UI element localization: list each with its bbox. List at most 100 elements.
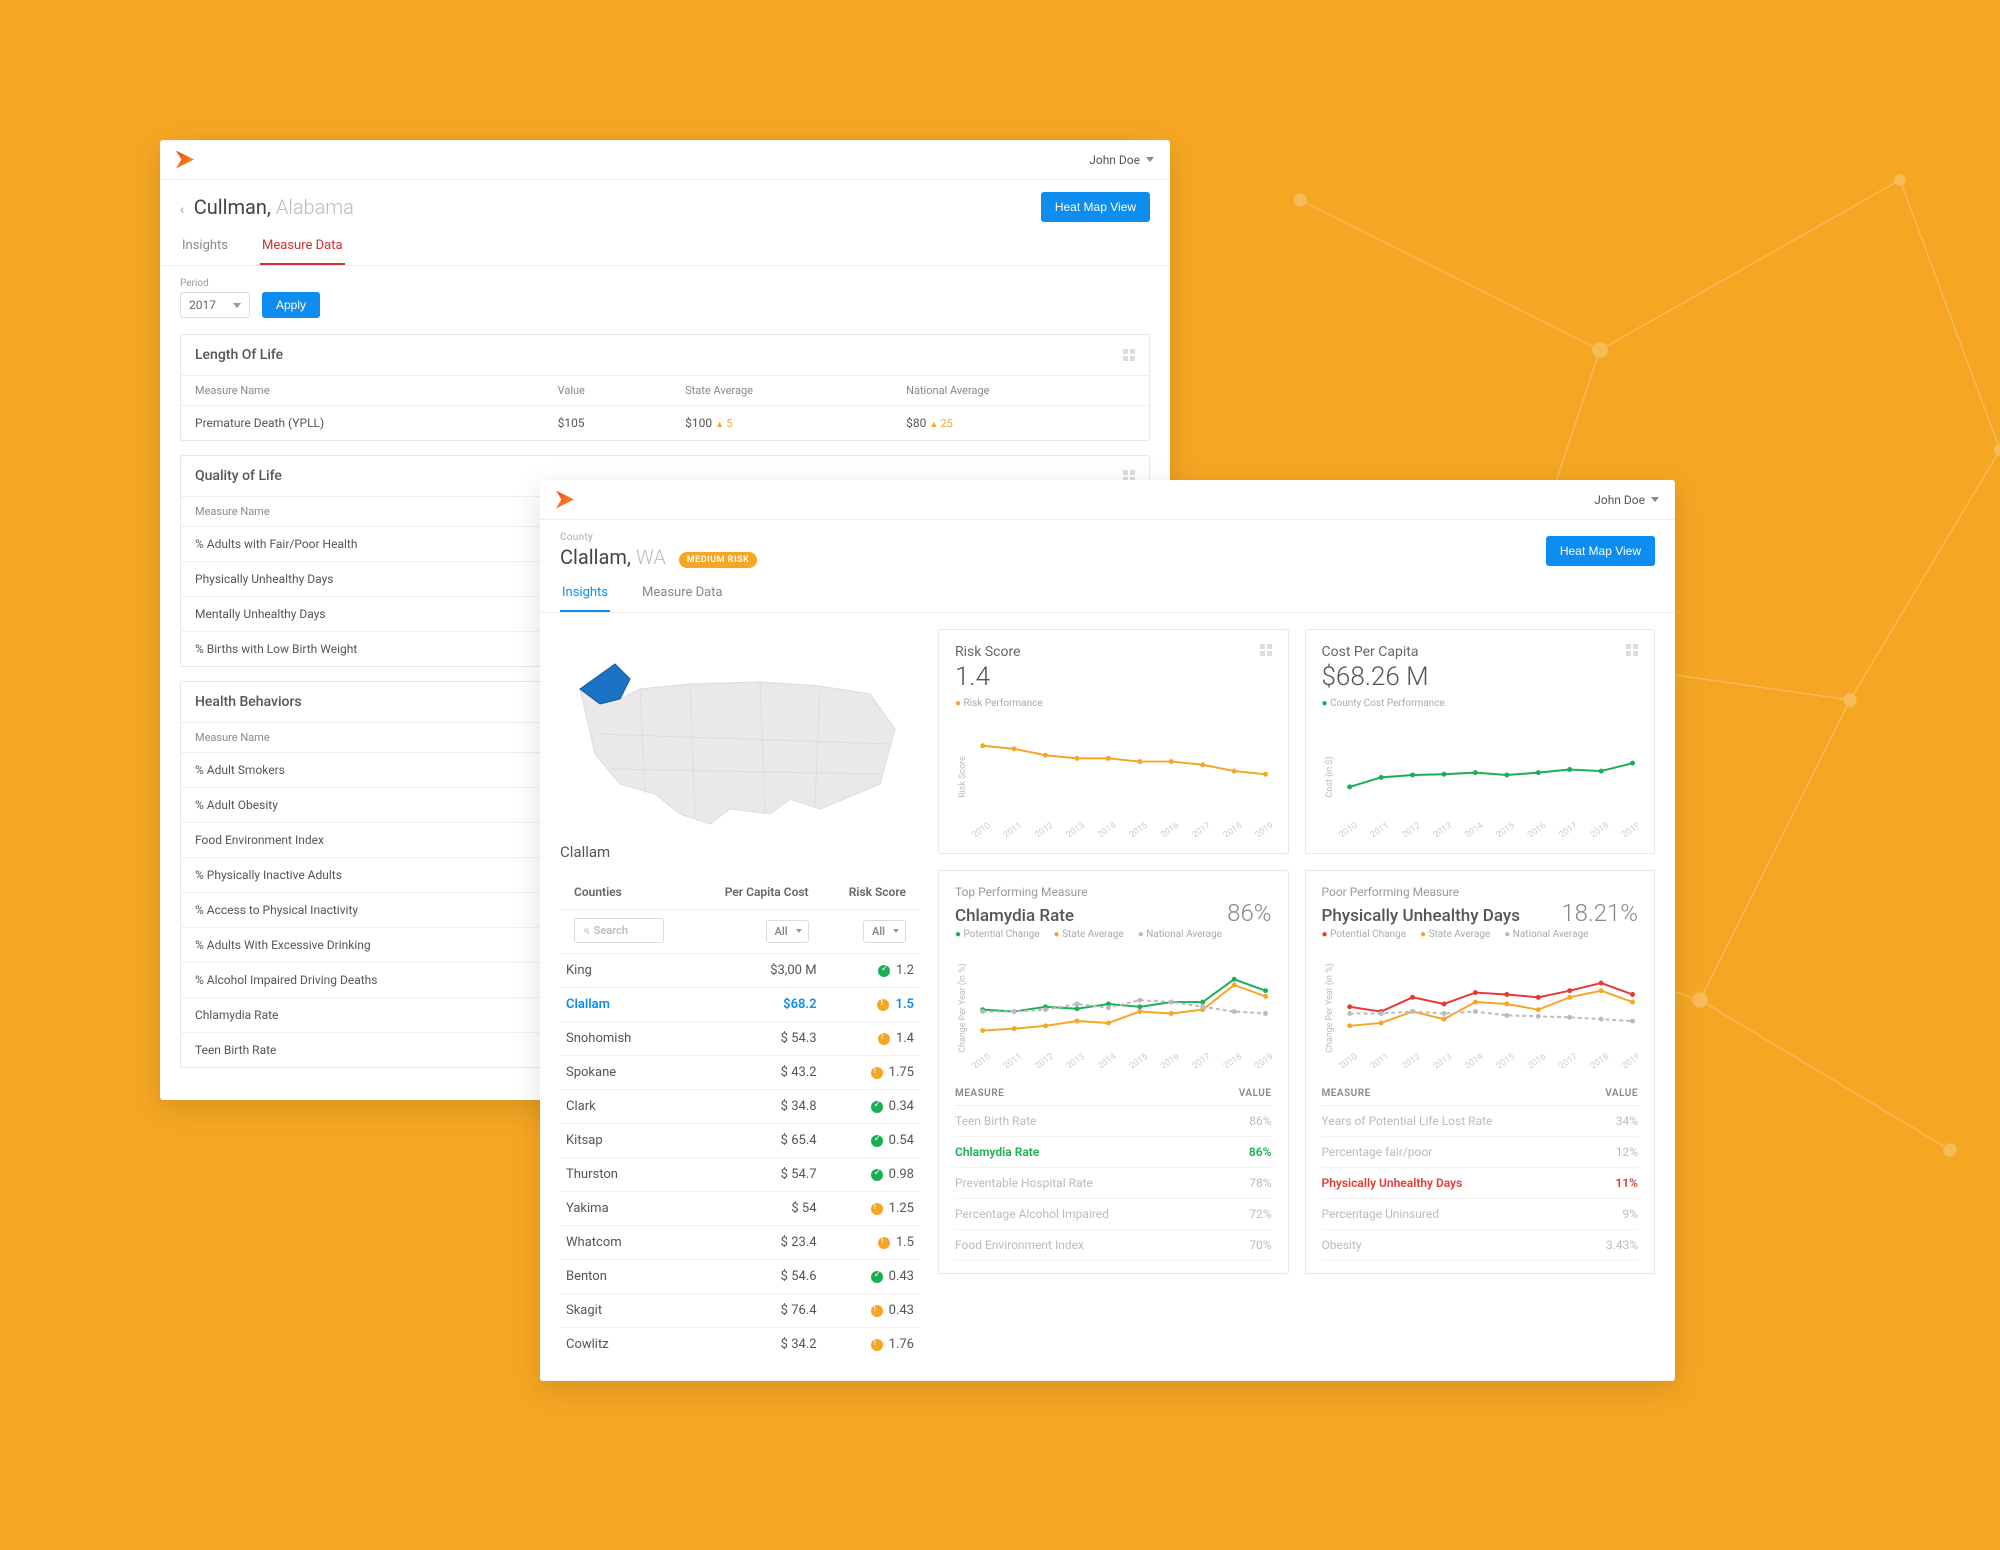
county-row[interactable]: Skagit $ 76.4 0.43 [560, 1294, 920, 1328]
legend-potential: Potential Change [1322, 929, 1407, 940]
county-row[interactable]: Thurston $ 54.7 0.98 [560, 1158, 920, 1192]
list-item: Teen Birth Rate86% [955, 1106, 1272, 1137]
grid-icon[interactable] [1626, 644, 1638, 656]
svg-text:Change Per Year (in %): Change Per Year (in %) [1323, 963, 1334, 1053]
heat-map-view-button[interactable]: Heat Map View [1041, 192, 1150, 222]
county-row[interactable]: Snohomish $ 54.3 1.4 [560, 1022, 920, 1056]
cost-value: $68.26 M [1322, 662, 1639, 692]
filter-bar: Period 2017 Apply [160, 266, 1170, 334]
svg-text:2012: 2012 [1400, 1052, 1422, 1068]
svg-text:2012: 2012 [1400, 821, 1422, 837]
county-row[interactable]: Kitsap $ 65.4 0.54 [560, 1124, 920, 1158]
svg-text:2019: 2019 [1620, 1052, 1638, 1068]
svg-text:2017: 2017 [1557, 1052, 1579, 1068]
svg-text:2016: 2016 [1159, 1052, 1181, 1068]
county-row[interactable]: Cowlitz $ 34.2 1.76 [560, 1328, 920, 1362]
page-title: Cullman, Alabama [194, 195, 354, 219]
status-warn-icon [871, 1339, 883, 1351]
tab-measure-data[interactable]: Measure Data [640, 579, 725, 612]
svg-text:2015: 2015 [1128, 821, 1150, 837]
card-subtitle: Poor Performing Measure [1322, 885, 1639, 899]
county-row[interactable]: Whatcom $ 23.4 1.5 [560, 1226, 920, 1260]
county-row[interactable]: King $3,00 M 1.2 [560, 954, 920, 988]
card-top-performing: Top Performing Measure Chlamydia Rate 86… [938, 870, 1289, 1274]
svg-text:2015: 2015 [1494, 821, 1516, 837]
topbar: John Doe [540, 480, 1675, 520]
user-name: John Doe [1594, 493, 1645, 507]
legend-state: State Average [1054, 929, 1124, 940]
poor-measure-pct: 18.21% [1561, 899, 1638, 927]
back-chevron-icon[interactable]: ‹ [180, 202, 184, 218]
svg-text:2011: 2011 [1002, 1052, 1024, 1068]
cost-filter-select[interactable]: All [766, 920, 809, 943]
th-per-capita: Per Capita Cost [695, 877, 823, 910]
user-menu[interactable]: John Doe [1594, 493, 1659, 507]
grid-icon[interactable] [1260, 644, 1272, 656]
left-column: Clallam Counties Per Capita Cost Risk Sc… [560, 629, 920, 1361]
status-warn-icon [878, 1033, 890, 1045]
risk-filter-select[interactable]: All [863, 920, 906, 943]
list-item: Years of Potential Life Lost Rate34% [1322, 1106, 1639, 1137]
svg-text:2014: 2014 [1463, 821, 1485, 837]
svg-text:2018: 2018 [1588, 821, 1610, 837]
svg-text:2016: 2016 [1526, 821, 1548, 837]
svg-text:2018: 2018 [1588, 1052, 1610, 1068]
cost-chart: Cost (in $)20102011201220132014201520162… [1322, 717, 1639, 837]
card-cost-per-capita: Cost Per Capita $68.26 M County Cost Per… [1305, 629, 1656, 854]
county-row[interactable]: Clark $ 34.8 0.34 [560, 1090, 920, 1124]
svg-text:2017: 2017 [1190, 1052, 1212, 1068]
poor-performing-chart: Change Per Year (in %)201020112012201320… [1322, 948, 1639, 1068]
measure-section: Length Of LifeMeasure NameValueState Ave… [180, 334, 1150, 441]
legend-national: National Average [1504, 929, 1588, 940]
status-warn-icon [871, 1067, 883, 1079]
status-warn-icon [871, 1305, 883, 1317]
top-measure-pct: 86% [1227, 899, 1271, 927]
card-risk-score: Risk Score 1.4 Risk Performance Risk Sco… [938, 629, 1289, 854]
svg-text:2018: 2018 [1222, 821, 1244, 837]
list-item: Physically Unhealthy Days11% [1322, 1168, 1639, 1199]
legend-cost: County Cost Performance [1322, 698, 1445, 709]
status-ok-icon [871, 1271, 883, 1283]
period-select[interactable]: 2017 [180, 292, 250, 318]
status-ok-icon [878, 965, 890, 977]
period-label: Period [180, 278, 250, 289]
svg-text:2015: 2015 [1494, 1052, 1516, 1068]
svg-text:2011: 2011 [1368, 1052, 1390, 1068]
county-row[interactable]: Benton $ 54.6 0.43 [560, 1260, 920, 1294]
legend-potential: Potential Change [955, 929, 1040, 940]
svg-text:2017: 2017 [1190, 821, 1212, 837]
right-column: Risk Score 1.4 Risk Performance Risk Sco… [938, 629, 1655, 1274]
svg-text:Change Per Year (in %): Change Per Year (in %) [957, 963, 968, 1053]
legend-risk: Risk Performance [955, 698, 1043, 709]
svg-text:2015: 2015 [1128, 1052, 1150, 1068]
heat-map-view-button[interactable]: Heat Map View [1546, 536, 1655, 566]
list-item: Percentage fair/poor12% [1322, 1137, 1639, 1168]
svg-text:2011: 2011 [1368, 821, 1390, 837]
legend-state: State Average [1420, 929, 1490, 940]
svg-text:2014: 2014 [1463, 1052, 1485, 1068]
tabs: Insights Measure Data [540, 569, 1675, 613]
card-title: Risk Score [955, 644, 1021, 660]
list-item: Obesity3.43% [1322, 1230, 1639, 1261]
tab-insights[interactable]: Insights [560, 579, 610, 612]
user-menu[interactable]: John Doe [1089, 153, 1154, 167]
list-item: Percentage Uninsured9% [1322, 1199, 1639, 1230]
chevron-down-icon [1651, 497, 1659, 502]
list-item: Percentage Alcohol Impaired72% [955, 1199, 1272, 1230]
chevron-down-icon [1146, 157, 1154, 162]
county-row[interactable]: Spokane $ 43.2 1.75 [560, 1056, 920, 1090]
county-row[interactable]: Clallam $68.2 1.5 [560, 988, 920, 1022]
tab-insights[interactable]: Insights [180, 232, 230, 265]
map-caption: Clallam [560, 843, 920, 861]
th-risk-score: Risk Score [823, 877, 920, 910]
tab-measure-data[interactable]: Measure Data [260, 232, 345, 265]
county-search-input[interactable]: Search [574, 918, 664, 943]
apply-button[interactable]: Apply [262, 292, 320, 318]
svg-text:2010: 2010 [970, 821, 992, 837]
county-row[interactable]: Yakima $ 54 1.25 [560, 1192, 920, 1226]
status-warn-icon [877, 999, 889, 1011]
svg-text:2018: 2018 [1222, 1052, 1244, 1068]
svg-text:2013: 2013 [1065, 821, 1087, 837]
grid-icon[interactable] [1123, 349, 1135, 361]
card-title: Cost Per Capita [1322, 644, 1419, 660]
